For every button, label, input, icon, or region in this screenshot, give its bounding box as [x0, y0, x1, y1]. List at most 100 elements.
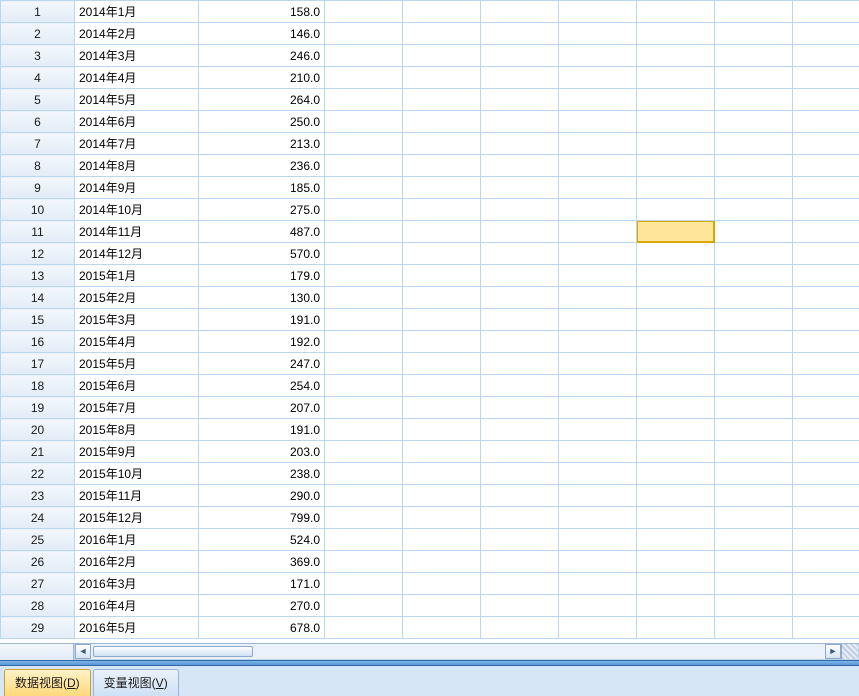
cell-empty[interactable]: [715, 221, 793, 243]
cell-empty[interactable]: [715, 529, 793, 551]
cell-empty[interactable]: [793, 67, 859, 89]
cell-empty[interactable]: [481, 177, 559, 199]
cell-empty[interactable]: [403, 463, 481, 485]
cell-empty[interactable]: [715, 573, 793, 595]
cell-empty[interactable]: [715, 397, 793, 419]
cell-empty[interactable]: [715, 1, 793, 23]
cell-date[interactable]: 2016年1月: [75, 529, 199, 551]
cell-empty[interactable]: [325, 485, 403, 507]
cell-empty[interactable]: [481, 23, 559, 45]
cell-date[interactable]: 2014年3月: [75, 45, 199, 67]
cell-empty[interactable]: [637, 419, 715, 441]
row-header[interactable]: 18: [1, 375, 75, 397]
row-header[interactable]: 23: [1, 485, 75, 507]
scroll-thumb[interactable]: [93, 646, 253, 657]
cell-empty[interactable]: [637, 243, 715, 265]
cell-empty[interactable]: [559, 155, 637, 177]
cell-empty[interactable]: [715, 331, 793, 353]
cell-empty[interactable]: [403, 397, 481, 419]
row-header[interactable]: 4: [1, 67, 75, 89]
cell-empty[interactable]: [559, 375, 637, 397]
cell-empty[interactable]: [481, 309, 559, 331]
cell-empty[interactable]: [559, 463, 637, 485]
cell-empty[interactable]: [481, 1, 559, 23]
cell-empty[interactable]: [403, 243, 481, 265]
cell-empty[interactable]: [793, 265, 859, 287]
row-header[interactable]: 5: [1, 89, 75, 111]
cell-empty[interactable]: [793, 1, 859, 23]
cell-date[interactable]: 2015年12月: [75, 507, 199, 529]
cell-empty[interactable]: [793, 89, 859, 111]
cell-empty[interactable]: [325, 507, 403, 529]
cell-date[interactable]: 2014年2月: [75, 23, 199, 45]
cell-date[interactable]: 2014年6月: [75, 111, 199, 133]
cell-empty[interactable]: [403, 177, 481, 199]
cell-date[interactable]: 2014年8月: [75, 155, 199, 177]
cell-empty[interactable]: [481, 573, 559, 595]
cell-empty[interactable]: [715, 265, 793, 287]
cell-empty[interactable]: [403, 375, 481, 397]
row-header[interactable]: 19: [1, 397, 75, 419]
row-header[interactable]: 21: [1, 441, 75, 463]
cell-date[interactable]: 2016年5月: [75, 617, 199, 639]
cell-empty[interactable]: [559, 353, 637, 375]
cell-empty[interactable]: [481, 551, 559, 573]
cell-empty[interactable]: [715, 199, 793, 221]
cell-empty[interactable]: [403, 221, 481, 243]
cell-date[interactable]: 2015年1月: [75, 265, 199, 287]
cell-empty[interactable]: [637, 617, 715, 639]
row-header[interactable]: 24: [1, 507, 75, 529]
cell-empty[interactable]: [403, 287, 481, 309]
cell-empty[interactable]: [715, 595, 793, 617]
row-header[interactable]: 14: [1, 287, 75, 309]
cell-empty[interactable]: [481, 221, 559, 243]
cell-empty[interactable]: [637, 155, 715, 177]
cell-empty[interactable]: [325, 243, 403, 265]
cell-date[interactable]: 2015年3月: [75, 309, 199, 331]
cell-date[interactable]: 2016年4月: [75, 595, 199, 617]
cell-empty[interactable]: [793, 133, 859, 155]
cell-empty[interactable]: [403, 23, 481, 45]
cell-date[interactable]: 2014年10月: [75, 199, 199, 221]
cell-empty[interactable]: [637, 199, 715, 221]
cell-empty[interactable]: [715, 419, 793, 441]
cell-empty[interactable]: [637, 463, 715, 485]
cell-empty[interactable]: [637, 133, 715, 155]
cell-empty[interactable]: [481, 419, 559, 441]
cell-empty[interactable]: [559, 177, 637, 199]
cell-empty[interactable]: [793, 199, 859, 221]
cell-empty[interactable]: [637, 89, 715, 111]
cell-empty[interactable]: [637, 441, 715, 463]
cell-empty[interactable]: [715, 375, 793, 397]
data-grid[interactable]: 12014年1月158.022014年2月146.032014年3月246.04…: [0, 0, 859, 639]
cell-empty[interactable]: [325, 617, 403, 639]
cell-empty[interactable]: [793, 221, 859, 243]
cell-empty[interactable]: [715, 309, 793, 331]
cell-empty[interactable]: [559, 221, 637, 243]
cell-date[interactable]: 2016年2月: [75, 551, 199, 573]
cell-empty[interactable]: [637, 287, 715, 309]
cell-empty[interactable]: [793, 155, 859, 177]
row-header[interactable]: 7: [1, 133, 75, 155]
cell-empty[interactable]: [715, 243, 793, 265]
cell-empty[interactable]: [559, 419, 637, 441]
cell-empty[interactable]: [403, 133, 481, 155]
cell-empty[interactable]: [637, 177, 715, 199]
cell-empty[interactable]: [403, 551, 481, 573]
cell-empty[interactable]: [403, 529, 481, 551]
cell-empty[interactable]: [793, 441, 859, 463]
cell-empty[interactable]: [715, 463, 793, 485]
row-header[interactable]: 8: [1, 155, 75, 177]
cell-empty[interactable]: [793, 375, 859, 397]
cell-value[interactable]: 570.0: [199, 243, 325, 265]
cell-empty[interactable]: [325, 155, 403, 177]
cell-empty[interactable]: [637, 573, 715, 595]
row-header[interactable]: 13: [1, 265, 75, 287]
cell-empty[interactable]: [637, 265, 715, 287]
cell-empty[interactable]: [403, 353, 481, 375]
cell-empty[interactable]: [793, 23, 859, 45]
cell-empty[interactable]: [481, 353, 559, 375]
cell-date[interactable]: 2015年10月: [75, 463, 199, 485]
scroll-left-arrow-icon[interactable]: ◄: [75, 644, 91, 659]
cell-empty[interactable]: [715, 353, 793, 375]
